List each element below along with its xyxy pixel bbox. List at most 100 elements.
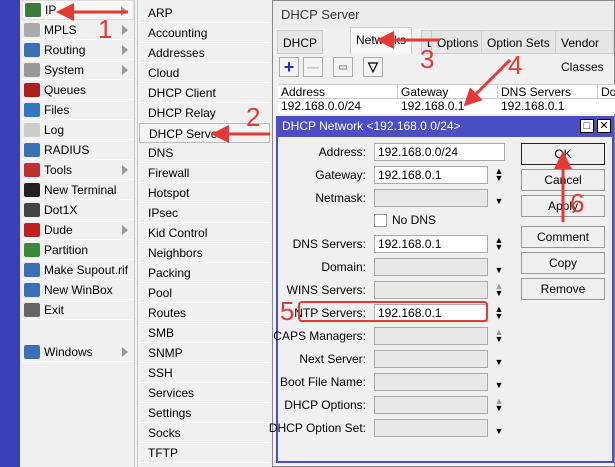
menu-item-mpls[interactable]: MPLS bbox=[22, 20, 134, 40]
add-remove-arrows-icon[interactable]: ▲ ▼ bbox=[494, 236, 504, 252]
tab-options[interactable]: Options bbox=[431, 30, 485, 54]
main-menu: IP MPLS Routing System Queues Files Log RADIUS T… bbox=[20, 0, 135, 467]
menu-item-ip[interactable]: IP bbox=[22, 0, 134, 20]
wins-servers-input[interactable] bbox=[374, 281, 488, 299]
submenu-item-socks[interactable]: Socks bbox=[139, 423, 270, 443]
menu-item-routing[interactable]: Routing bbox=[22, 40, 134, 60]
submenu-item-tftp[interactable]: TFTP bbox=[139, 443, 270, 463]
copy-button[interactable]: Copy bbox=[521, 252, 605, 274]
menu-item-log[interactable]: Log bbox=[22, 120, 134, 140]
menu-item-new-winbox[interactable]: New WinBox bbox=[22, 280, 134, 300]
menu-item-queues[interactable]: Queues bbox=[22, 80, 134, 100]
submenu-item-settings[interactable]: Settings bbox=[139, 403, 270, 423]
no-dns-checkbox[interactable] bbox=[374, 214, 387, 227]
menu-item-new-terminal[interactable]: New Terminal bbox=[22, 180, 134, 200]
windows-icon bbox=[24, 344, 40, 359]
menu-item-exit[interactable]: Exit bbox=[22, 300, 134, 320]
submenu-item-ssh[interactable]: SSH bbox=[139, 363, 270, 383]
filter-icon[interactable]: ▽ bbox=[363, 57, 383, 77]
submenu-item-smb[interactable]: SMB bbox=[139, 323, 270, 343]
dropdown-arrow-icon[interactable]: ▼ bbox=[494, 260, 504, 275]
submenu-item-addresses[interactable]: Addresses bbox=[139, 43, 270, 63]
add-remove-arrows-icon[interactable]: ▲ ▼ bbox=[494, 397, 504, 413]
dialog-title: DHCP Network <192.168.0.0/24> bbox=[282, 119, 461, 133]
submenu-item-kid-control[interactable]: Kid Control bbox=[139, 223, 270, 243]
domain-input[interactable] bbox=[374, 258, 488, 276]
column-gateway[interactable]: Gateway bbox=[398, 85, 498, 99]
submenu-item-snmp[interactable]: SNMP bbox=[139, 343, 270, 363]
column-address[interactable]: Address bbox=[278, 85, 398, 99]
dot1x-icon bbox=[24, 202, 40, 217]
gateway-input[interactable]: 192.168.0.1 bbox=[374, 166, 488, 184]
dude-icon bbox=[24, 222, 40, 237]
address-input[interactable]: 192.168.0.0/24 bbox=[374, 143, 505, 161]
log-icon bbox=[24, 122, 40, 137]
comment-icon[interactable]: ▭ bbox=[333, 57, 353, 77]
column-dns-servers[interactable]: DNS Servers bbox=[498, 85, 598, 99]
submenu-item-arp[interactable]: ARP bbox=[139, 3, 270, 23]
tab-networks[interactable]: Networks bbox=[350, 27, 413, 54]
annotation-2: 2 bbox=[246, 102, 261, 132]
annotation-5: 5 bbox=[280, 296, 295, 326]
cell-domain bbox=[598, 99, 601, 113]
dropdown-arrow-icon[interactable]: ▼ bbox=[494, 421, 504, 436]
menu-item-radius[interactable]: RADIUS bbox=[22, 140, 134, 160]
dropdown-arrow-icon[interactable]: ▼ bbox=[494, 352, 504, 367]
submenu-item-ipsec[interactable]: IPsec bbox=[139, 203, 270, 223]
submenu-item-dhcp-client[interactable]: DHCP Client bbox=[139, 83, 270, 103]
boot-file-name-input[interactable] bbox=[374, 373, 488, 391]
column-domain[interactable]: Domain bbox=[598, 85, 615, 99]
comment-button[interactable]: Comment bbox=[521, 226, 605, 248]
menu-item-files[interactable]: Files bbox=[22, 100, 134, 120]
submenu-item-services[interactable]: Services bbox=[139, 383, 270, 403]
caps-managers-input[interactable] bbox=[374, 327, 488, 345]
window-title: DHCP Server bbox=[273, 1, 614, 29]
remove-button[interactable]: Remove bbox=[521, 278, 605, 300]
annotation-4: 4 bbox=[508, 50, 523, 80]
netmask-input[interactable] bbox=[374, 189, 488, 207]
menu-item-system[interactable]: System bbox=[22, 60, 134, 80]
submenu-item-packing[interactable]: Packing bbox=[139, 263, 270, 283]
add-icon[interactable]: + bbox=[279, 57, 299, 77]
close-icon[interactable]: ✕ bbox=[597, 119, 611, 133]
menu-item-tools[interactable]: Tools bbox=[22, 160, 134, 180]
menu-item-dude[interactable]: Dude bbox=[22, 220, 134, 240]
add-remove-arrows-icon[interactable]: ▲ ▼ bbox=[494, 328, 504, 344]
submenu-item-cloud[interactable]: Cloud bbox=[139, 63, 270, 83]
tab-vendor-classes[interactable]: Vendor Classes bbox=[555, 30, 614, 74]
remove-icon[interactable]: — bbox=[303, 57, 323, 77]
radius-icon bbox=[24, 142, 40, 157]
menu-item-label: Make Supout.rif bbox=[44, 262, 129, 277]
menu-item-dot1x[interactable]: Dot1X bbox=[22, 200, 134, 220]
submenu-item-dns[interactable]: DNS bbox=[139, 143, 270, 163]
cancel-button[interactable]: Cancel bbox=[521, 169, 605, 191]
submenu-item-neighbors[interactable]: Neighbors bbox=[139, 243, 270, 263]
dhcp-options-input[interactable] bbox=[374, 396, 488, 414]
submenu-item-pool[interactable]: Pool bbox=[139, 283, 270, 303]
menu-item-label: Exit bbox=[44, 302, 65, 317]
apply-button[interactable]: Apply bbox=[521, 195, 605, 217]
submenu-item-routes[interactable]: Routes bbox=[139, 303, 270, 323]
chevron-right-icon bbox=[121, 6, 127, 16]
add-remove-arrows-icon[interactable]: ▲ ▼ bbox=[494, 282, 504, 298]
cell-gateway: 192.168.0.1 bbox=[401, 99, 465, 113]
submenu-item-firewall[interactable]: Firewall bbox=[139, 163, 270, 183]
add-remove-arrows-icon[interactable]: ▲ ▼ bbox=[494, 167, 504, 183]
submenu-item-hotspot[interactable]: Hotspot bbox=[139, 183, 270, 203]
menu-item-make-supout-rif[interactable]: Make Supout.rif bbox=[22, 260, 134, 280]
dhcp-option-set-input[interactable] bbox=[374, 419, 488, 437]
dropdown-arrow-icon[interactable]: ▼ bbox=[494, 191, 504, 206]
next-server-input[interactable] bbox=[374, 350, 488, 368]
menu-item-partition[interactable]: Partition bbox=[22, 240, 134, 260]
dns-servers-input[interactable]: 192.168.0.1 bbox=[374, 235, 488, 253]
dropdown-arrow-icon[interactable]: ▼ bbox=[494, 375, 504, 390]
ntp-servers-input[interactable]: 192.168.0.1 bbox=[374, 304, 488, 322]
submenu-item-accounting[interactable]: Accounting bbox=[139, 23, 270, 43]
table-row[interactable]: 192.168.0.0/24 192.168.0.1 192.168.0.1 bbox=[278, 99, 615, 114]
menu-item-windows[interactable]: Windows bbox=[22, 342, 134, 362]
ok-button[interactable]: OK bbox=[521, 143, 605, 165]
maximize-icon[interactable]: □ bbox=[580, 119, 594, 133]
tab-dhcp[interactable]: DHCP bbox=[277, 30, 324, 54]
menu-item-label: New Terminal bbox=[44, 182, 117, 197]
add-remove-arrows-icon[interactable]: ▲ ▼ bbox=[494, 305, 504, 321]
